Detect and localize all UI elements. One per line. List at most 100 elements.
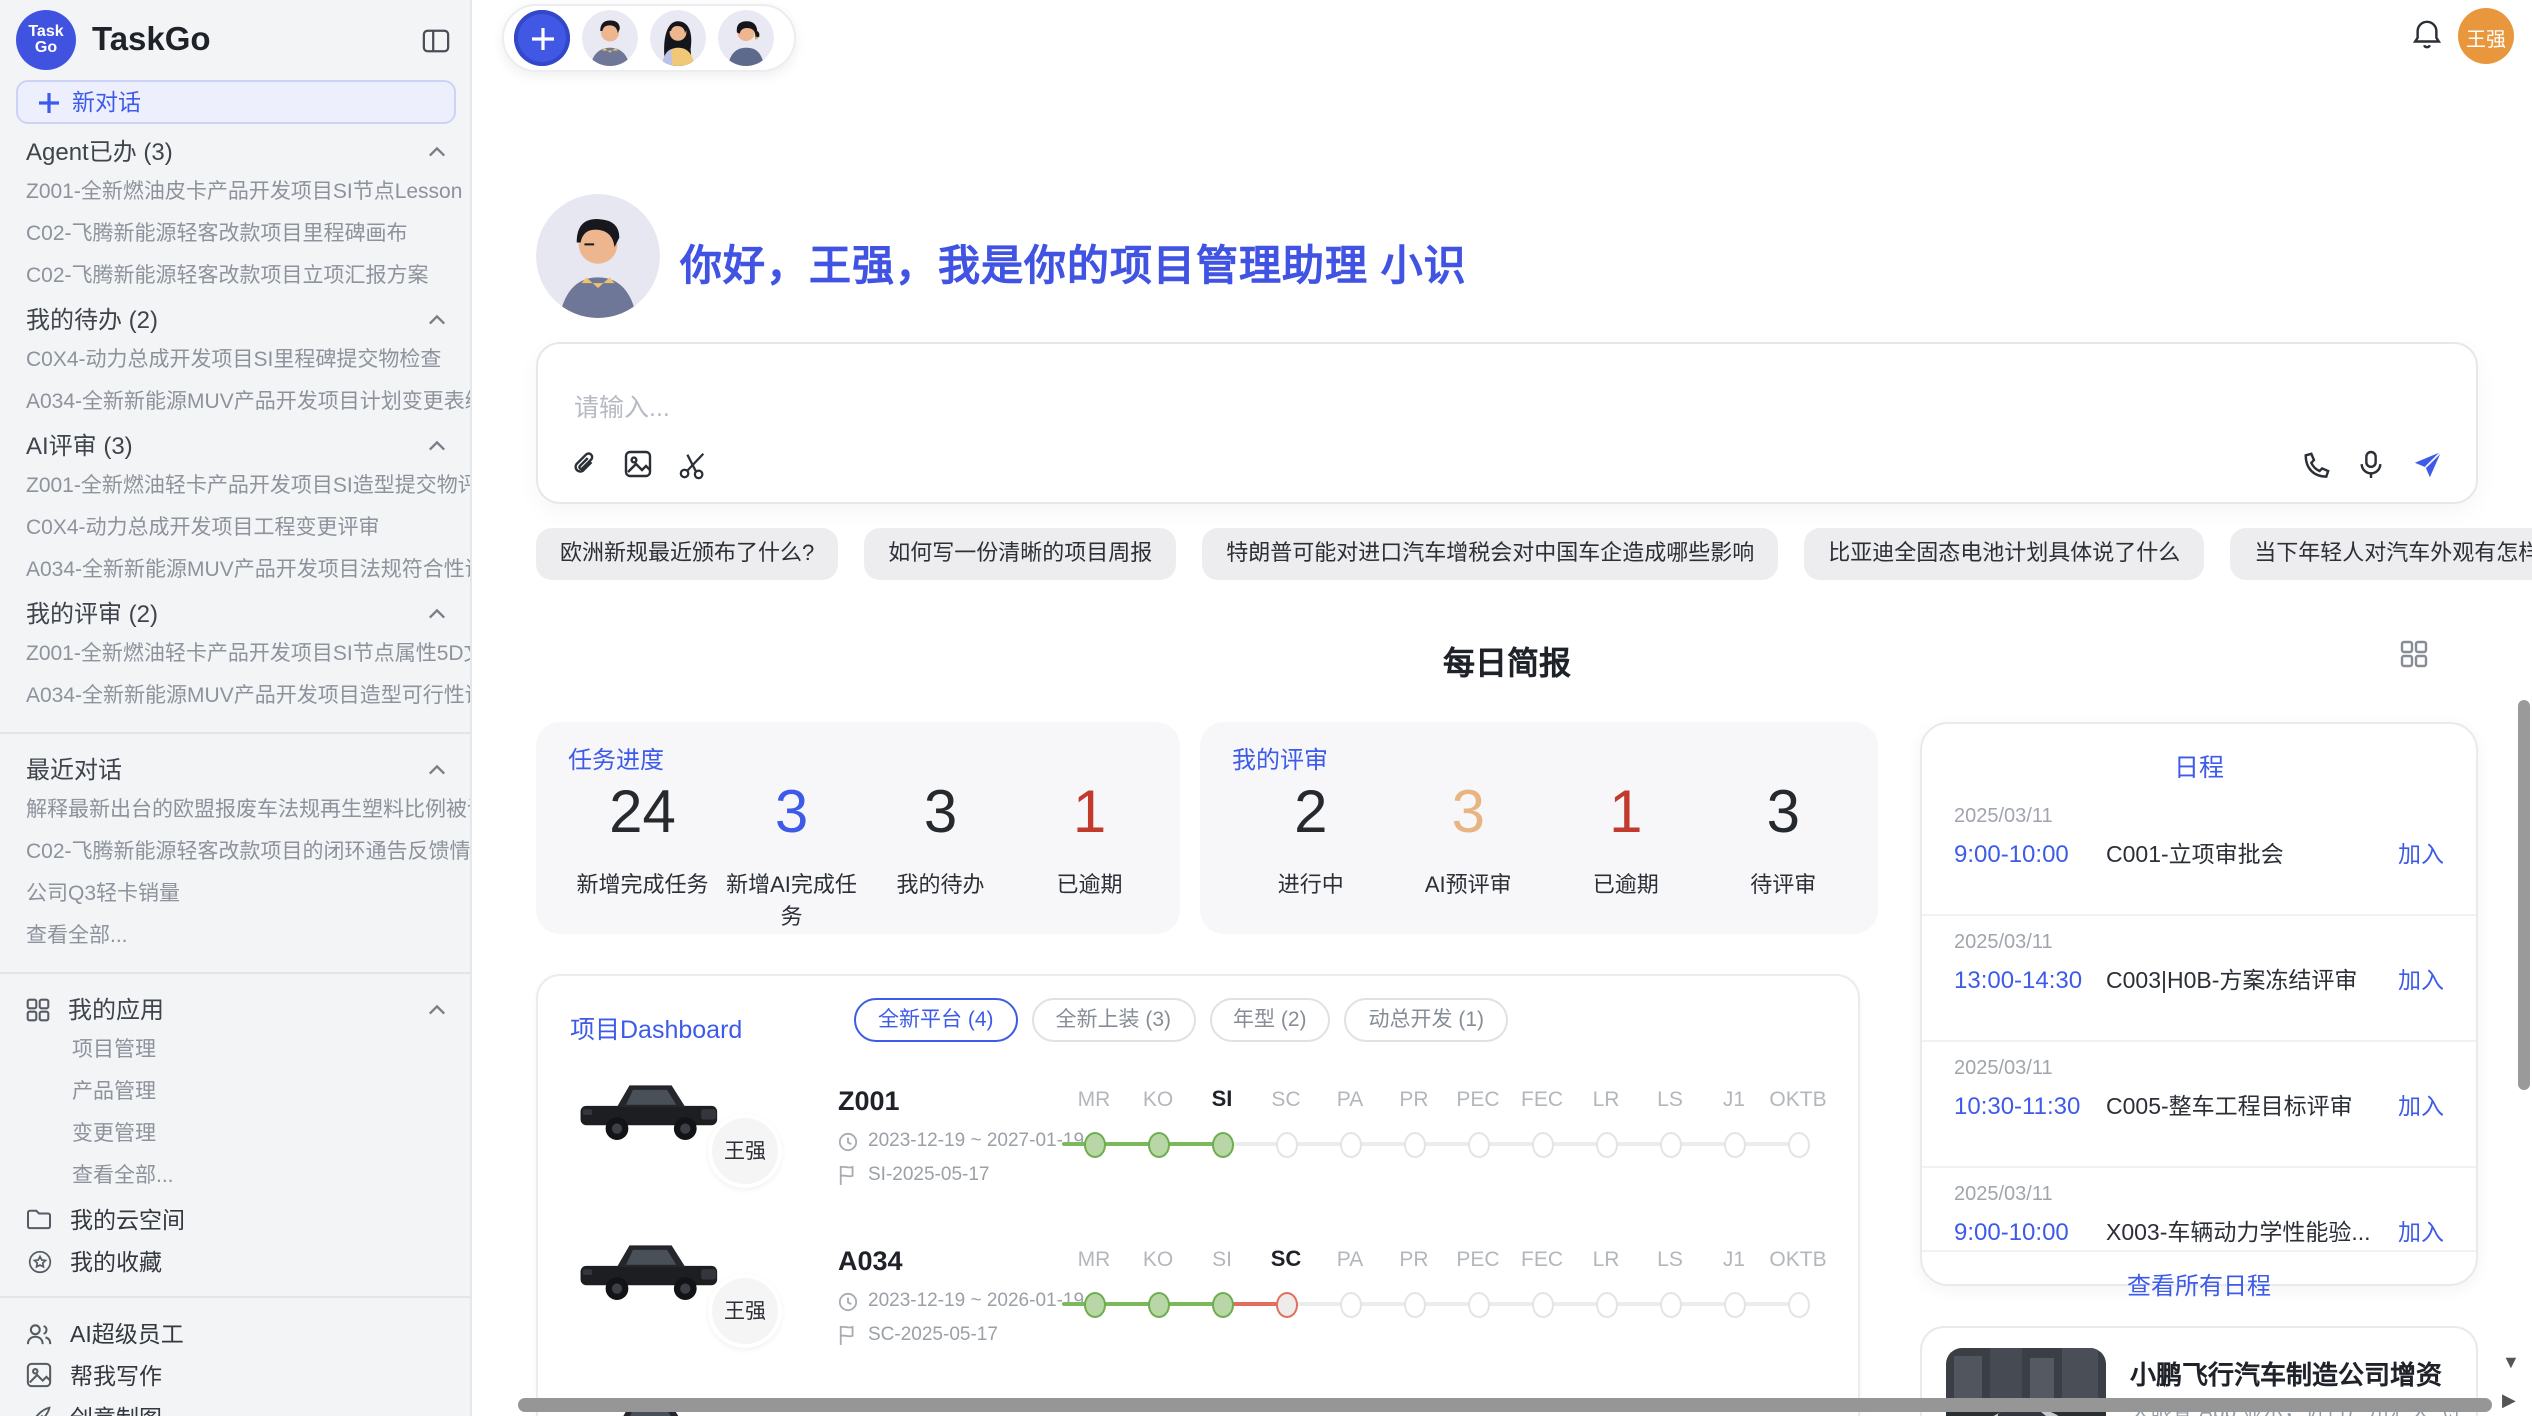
sidebar-item[interactable]: C02-飞腾新能源轻客改款项目里程碑画布 [0, 214, 470, 256]
milestone-label: SC [1254, 1248, 1318, 1272]
sidebar-section-header[interactable]: 我的待办 (2) [0, 298, 470, 340]
milestone-dot[interactable] [1403, 1132, 1425, 1158]
milestone-dot[interactable] [1339, 1292, 1361, 1318]
milestone-dot[interactable] [1083, 1292, 1105, 1318]
milestone-dot[interactable] [1339, 1132, 1361, 1158]
briefing-layout-icon[interactable] [2400, 640, 2428, 668]
milestone-dot[interactable] [1659, 1132, 1681, 1158]
sidebar-item-12[interactable]: 帮我写作 [0, 1354, 470, 1396]
milestone-dot[interactable] [1787, 1292, 1809, 1318]
dashboard-filter[interactable]: 动总开发 (1) [1345, 998, 1509, 1042]
sidebar-item[interactable]: C0X4-动力总成开发项目工程变更评审 [0, 508, 470, 550]
sidebar-item[interactable]: Z001-全新燃油轻卡产品开发项目SI节点属性5D文件评审 [0, 634, 470, 676]
milestone-dot[interactable] [1531, 1292, 1553, 1318]
sidebar-item[interactable]: 变更管理 [0, 1114, 470, 1156]
phone-call-icon[interactable] [2302, 451, 2330, 479]
sidebar-item-9[interactable]: 我的收藏 [0, 1240, 470, 1282]
milestone-dot[interactable] [1211, 1292, 1233, 1318]
milestone-dot[interactable] [1723, 1292, 1745, 1318]
vertical-scrollbar[interactable] [2518, 700, 2530, 1090]
clock-icon [838, 1131, 858, 1151]
sidebar-item[interactable]: A034-全新新能源MUV产品开发项目造型可行性评审 [0, 676, 470, 718]
suggestion-chip[interactable]: 如何写一份清晰的项目周报 [864, 528, 1176, 580]
sidebar-section-header[interactable]: 我的评审 (2) [0, 592, 470, 634]
chevron-up-icon [428, 313, 446, 325]
sidebar-leaf-label: AI超级员工 [70, 1317, 184, 1349]
image-upload-icon[interactable] [624, 450, 652, 480]
new-chat-button[interactable]: 新对话 [16, 80, 456, 124]
sidebar-item[interactable]: 公司Q3轻卡销量 [0, 874, 470, 916]
agent-avatar-2[interactable] [650, 10, 706, 66]
milestone-dot[interactable] [1211, 1132, 1233, 1158]
sidebar-item[interactable]: 项目管理 [0, 1030, 470, 1072]
milestone-dot[interactable] [1659, 1292, 1681, 1318]
milestone-dot[interactable] [1467, 1292, 1489, 1318]
milestone-label: LS [1638, 1248, 1702, 1272]
join-link[interactable]: 加入 [2398, 1090, 2444, 1122]
suggestion-chip[interactable]: 当下年轻人对汽车外观有怎样的喜好趋势 [2230, 528, 2532, 580]
collapse-sidebar-icon[interactable] [422, 27, 450, 53]
milestone-label: PR [1382, 1088, 1446, 1112]
send-icon[interactable] [2412, 450, 2444, 480]
sidebar-section-header[interactable]: Agent已办 (3) [0, 130, 470, 172]
sidebar-item[interactable]: C0X4-动力总成开发项目SI里程碑提交物检查 [0, 340, 470, 382]
milestone-dot[interactable] [1723, 1132, 1745, 1158]
milestone-dot[interactable] [1275, 1132, 1297, 1158]
sidebar-item[interactable]: 查看全部... [0, 1156, 470, 1198]
join-link[interactable]: 加入 [2398, 838, 2444, 870]
sidebar-item-8[interactable]: 我的云空间 [0, 1198, 470, 1240]
event-title: X003-车辆动力学性能验... [2106, 1216, 2398, 1248]
dashboard-filter[interactable]: 全新平台 (4) [854, 998, 1018, 1042]
notification-bell-icon[interactable] [2412, 18, 2442, 50]
milestone-dot[interactable] [1787, 1132, 1809, 1158]
sidebar-item[interactable]: A034-全新新能源MUV产品开发项目法规符合性评审 [0, 550, 470, 592]
sidebar-item[interactable]: C02-飞腾新能源轻客改款项目的闭环通告反馈情况 [0, 832, 470, 874]
agent-avatar-1[interactable] [582, 10, 638, 66]
microphone-icon[interactable] [2358, 450, 2384, 480]
milestone-dot[interactable] [1083, 1132, 1105, 1158]
attachment-icon[interactable] [570, 450, 598, 480]
view-all-schedule-link[interactable]: 查看所有日程 [1922, 1268, 2476, 1302]
join-link[interactable]: 加入 [2398, 964, 2444, 996]
join-link[interactable]: 加入 [2398, 1216, 2444, 1248]
suggestion-chip[interactable]: 欧洲新规最近颁布了什么? [536, 528, 838, 580]
sidebar-item[interactable]: 查看全部... [0, 916, 470, 958]
sidebar-item[interactable]: A034-全新新能源MUV产品开发项目计划变更表编写 [0, 382, 470, 424]
milestone-label: MR [1062, 1248, 1126, 1272]
add-agent-button[interactable] [514, 10, 570, 66]
stat-value: 24 [568, 780, 717, 848]
milestone-dot[interactable] [1403, 1292, 1425, 1318]
dashboard-filter[interactable]: 全新上装 (3) [1032, 998, 1196, 1042]
sidebar-item[interactable]: 产品管理 [0, 1072, 470, 1114]
my-review-card: 我的评审 2进行中3AI预评审1已逾期3待评审 [1200, 722, 1878, 934]
sidebar-item[interactable]: Z001-全新燃油皮卡产品开发项目SI节点Lesson Learn报告 [0, 172, 470, 214]
sidebar-item[interactable]: 解释最新出台的欧盟报废车法规再生塑料比例被调至15%... [0, 790, 470, 832]
chat-input[interactable] [570, 392, 1778, 424]
sidebar-section-header[interactable]: 最近对话 [0, 748, 470, 790]
sidebar-item-11[interactable]: AI超级员工 [0, 1312, 470, 1354]
milestone-label: PEC [1446, 1088, 1510, 1112]
milestone-dot[interactable] [1275, 1292, 1297, 1318]
scroll-right-arrow[interactable]: ▶ [2502, 1390, 2516, 1412]
suggestion-chip[interactable]: 特朗普可能对进口汽车增税会对中国车企造成哪些影响 [1202, 528, 1778, 580]
scroll-down-arrow[interactable]: ▼ [2502, 1352, 2520, 1372]
milestone-dot[interactable] [1147, 1132, 1169, 1158]
horizontal-scrollbar[interactable] [518, 1398, 2492, 1412]
sidebar-item[interactable]: C02-飞腾新能源轻客改款项目立项汇报方案 [0, 256, 470, 298]
user-avatar[interactable]: 王强 [2458, 8, 2514, 64]
dashboard-filter[interactable]: 年型 (2) [1209, 998, 1331, 1042]
sidebar-section-header[interactable]: 我的应用 [0, 988, 470, 1030]
agent-avatar-3[interactable] [718, 10, 774, 66]
sidebar-item[interactable]: Z001-全新燃油轻卡产品开发项目SI造型提交物评审 [0, 466, 470, 508]
milestone-dot[interactable] [1147, 1292, 1169, 1318]
milestone-dot[interactable] [1531, 1132, 1553, 1158]
milestone-dot[interactable] [1467, 1132, 1489, 1158]
scissors-icon[interactable] [678, 450, 708, 480]
sidebar-item-13[interactable]: 创意制图 [0, 1396, 470, 1416]
milestone-dot[interactable] [1595, 1292, 1617, 1318]
schedule-event: 2025/03/119:00-10:00C001-立项审批会加入 [1922, 790, 2476, 916]
suggestion-chip[interactable]: 比亚迪全固态电池计划具体说了什么 [1804, 528, 2204, 580]
milestone-dot[interactable] [1595, 1132, 1617, 1158]
sidebar-section-header[interactable]: AI评审 (3) [0, 424, 470, 466]
milestone-label: KO [1126, 1088, 1190, 1112]
